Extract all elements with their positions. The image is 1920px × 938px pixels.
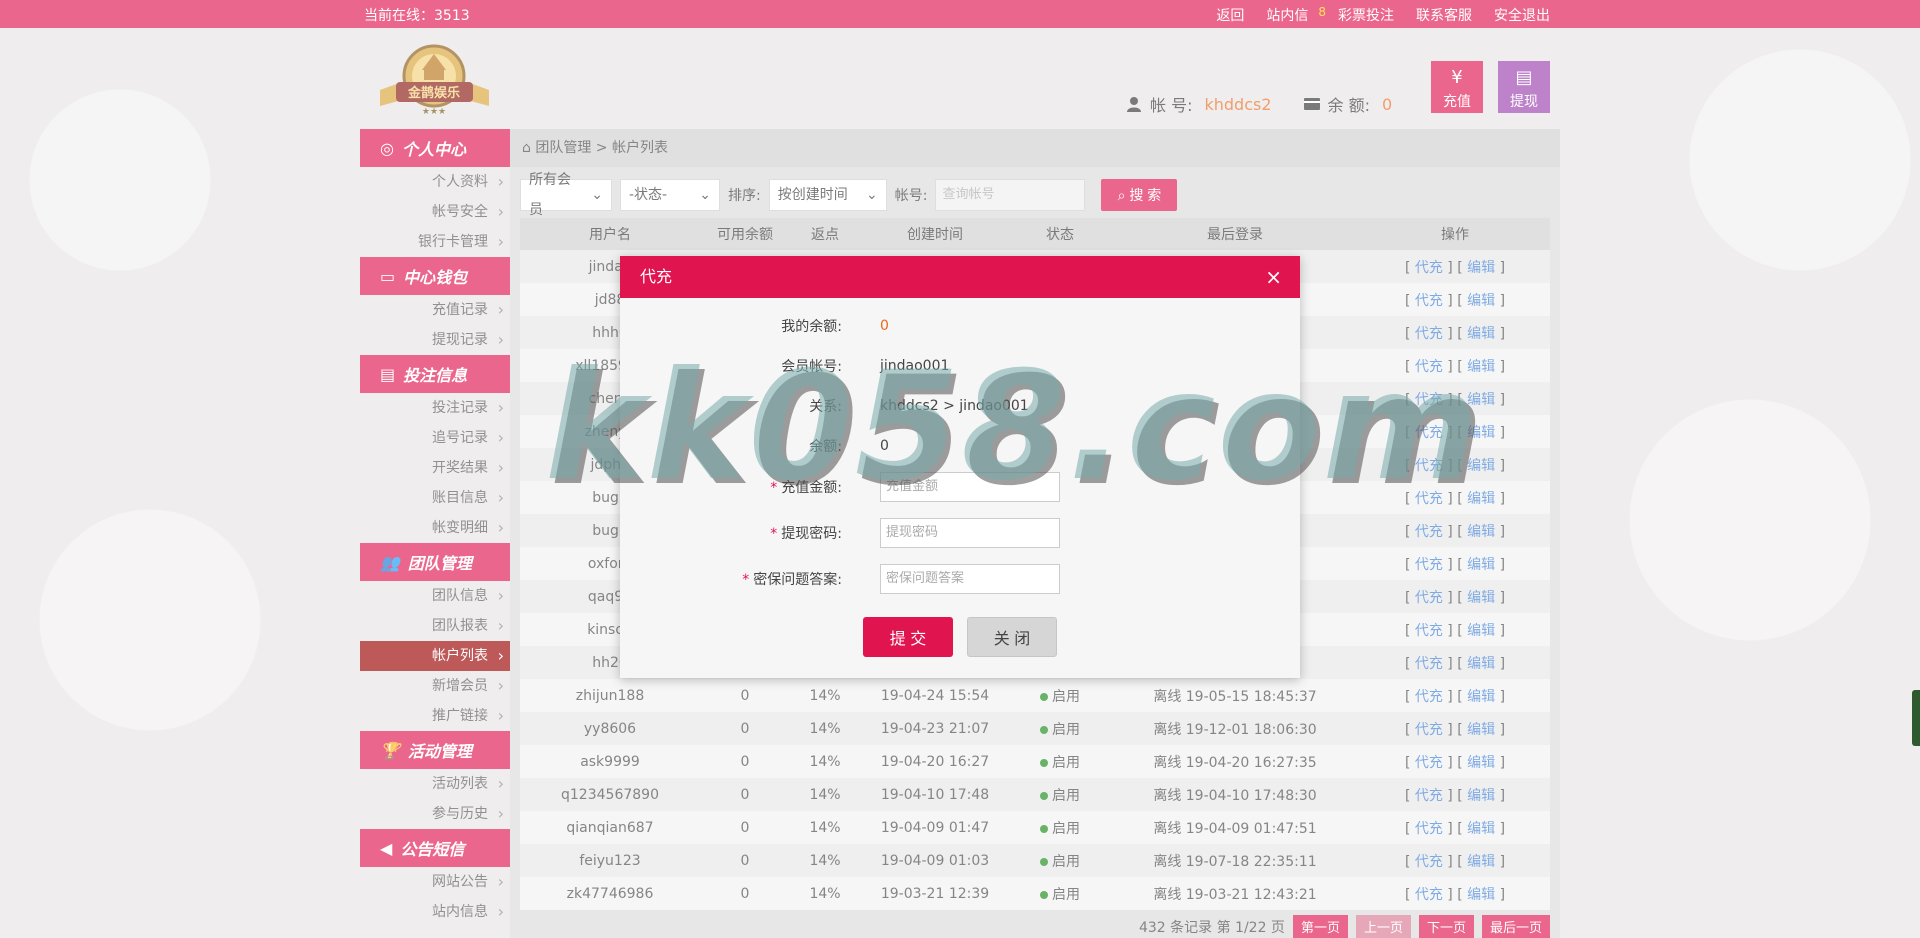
member-label: 会员帐号:: [781, 359, 842, 375]
answer-field-label: * 密保问题答案:: [620, 569, 880, 589]
my-balance-value: 0: [880, 318, 889, 334]
member-value: jindao001: [880, 358, 950, 374]
member-balance-value: 0: [880, 438, 889, 454]
side-scroll-handle[interactable]: [1912, 690, 1920, 746]
relation-label: 关系:: [809, 399, 842, 415]
amount-input[interactable]: 充值金额: [880, 472, 1060, 502]
recharge-dialog: 代充 × 我的余额: 0 会员帐号: jindao001 关系: khddcs2…: [620, 256, 1300, 678]
answer-row: * 密保问题答案: 密保问题答案: [620, 564, 1300, 594]
member-balance-label: 余额:: [809, 439, 842, 455]
my-balance-label: 我的余额:: [781, 319, 842, 335]
required-mark: *: [742, 572, 750, 588]
security-answer-input[interactable]: 密保问题答案: [880, 564, 1060, 594]
member-row: 会员帐号: jindao001: [620, 351, 1300, 381]
password-field-label: * 提现密码:: [620, 523, 880, 543]
submit-button[interactable]: 提 交: [863, 617, 953, 657]
dialog-header: 代充 ×: [620, 256, 1300, 298]
close-icon[interactable]: ×: [1265, 256, 1282, 298]
member-balance-row: 余额: 0: [620, 431, 1300, 461]
password-label-text: 提现密码:: [781, 526, 842, 542]
withdraw-password-input[interactable]: 提现密码: [880, 518, 1060, 548]
relation-value: khddcs2 > jindao001: [880, 398, 1029, 414]
required-mark: *: [770, 480, 778, 496]
close-button[interactable]: 关 闭: [967, 617, 1057, 657]
answer-label-text: 密保问题答案:: [753, 572, 842, 588]
amount-field-label: * 充值金额:: [620, 477, 880, 497]
amount-row: * 充值金额: 充值金额: [620, 472, 1300, 502]
my-balance-row: 我的余额: 0: [620, 311, 1300, 341]
amount-label-text: 充值金额:: [781, 480, 842, 496]
relation-row: 关系: khddcs2 > jindao001: [620, 391, 1300, 421]
dialog-title: 代充: [640, 267, 673, 286]
password-row: * 提现密码: 提现密码: [620, 518, 1300, 548]
required-mark: *: [770, 526, 778, 542]
